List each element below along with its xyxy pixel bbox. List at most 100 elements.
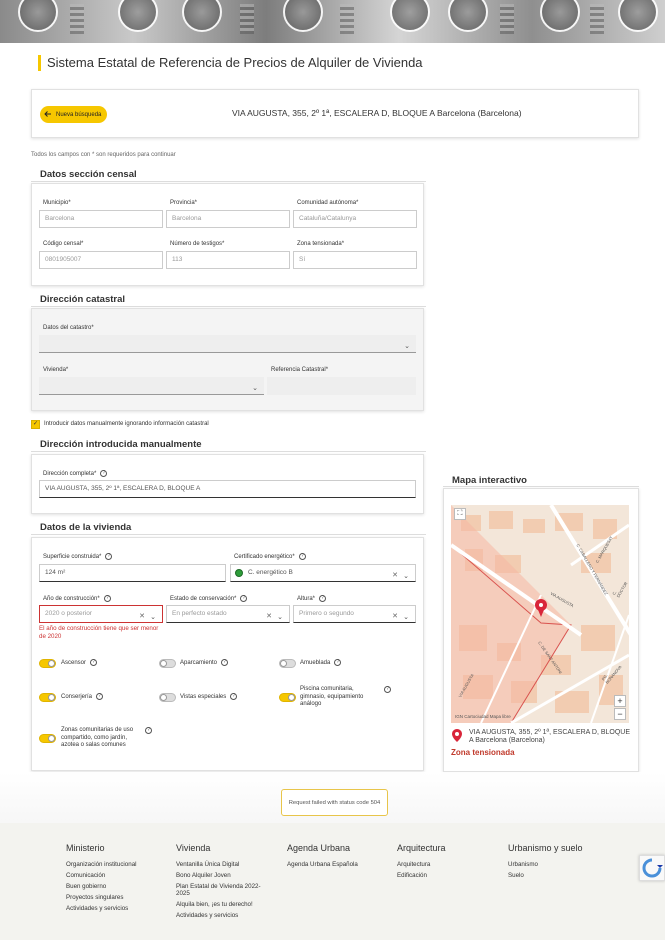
vivienda-label: Vivienda* xyxy=(43,367,69,373)
footer-link[interactable]: Actividades y servicios xyxy=(176,910,268,921)
clear-icon[interactable]: ✕ xyxy=(139,609,145,625)
zoom-in-button[interactable]: + xyxy=(614,695,626,707)
help-icon[interactable]: ? xyxy=(90,659,98,666)
manual-section-title: Dirección introducida manualmente xyxy=(40,439,202,450)
header-banner xyxy=(0,0,665,43)
help-icon[interactable]: ? xyxy=(384,686,391,693)
clear-icon[interactable]: ✕ xyxy=(392,568,398,584)
estado-label: Estado de conservación*? xyxy=(170,595,248,602)
testigos-label: Número de testigos* xyxy=(170,241,225,247)
zona-field: Sí xyxy=(293,251,417,269)
footer-link[interactable]: Alquila bien, ¡es tu derecho! xyxy=(176,899,268,910)
footer-heading: Arquitectura xyxy=(397,843,446,853)
vivienda-select[interactable]: ⌄ xyxy=(39,377,264,395)
clear-icon[interactable]: ✕ xyxy=(392,609,398,625)
ascensor-label: Ascensor? xyxy=(61,659,98,668)
ascensor-toggle[interactable] xyxy=(39,659,56,668)
aparcamiento-label: Aparcamiento? xyxy=(180,659,229,668)
comunidad-label: Comunidad autónoma* xyxy=(297,200,359,206)
footer-link[interactable]: Suelo xyxy=(508,870,583,881)
footer-col-arquitectura: Arquitectura Arquitectura Edificación xyxy=(397,843,446,881)
provincia-label: Provincia* xyxy=(170,200,198,206)
map-address: VIA AUGUSTA, 355, 2º 1ª, ESCALERA D, BLO… xyxy=(469,729,631,744)
recaptcha-badge[interactable] xyxy=(639,855,665,881)
footer-heading: Agenda Urbana xyxy=(287,843,351,853)
direccion-field[interactable]: VIA AUGUSTA, 355, 2º 1ª, ESCALERA D, BLO… xyxy=(39,480,416,498)
footer-link[interactable]: Bono Alquiler Joven xyxy=(176,870,268,881)
footer-col-agenda: Agenda Urbana Agenda Urbana Española xyxy=(287,843,358,870)
vivienda-card: Superficie construida*? 124 m² Certifica… xyxy=(31,537,424,771)
footer-link[interactable]: Organización institucional xyxy=(66,859,137,870)
page-title: Sistema Estatal de Referencia de Precios… xyxy=(38,55,423,71)
footer-link[interactable]: Plan Estatal de Vivienda 2022-2025 xyxy=(176,883,268,897)
footer-link[interactable]: Agenda Urbana Española xyxy=(287,859,358,870)
help-icon[interactable]: ? xyxy=(319,595,327,602)
search-card: Nueva búsqueda VIA AUGUSTA, 355, 2º 1ª, … xyxy=(31,89,639,138)
aparcamiento-toggle[interactable] xyxy=(159,659,176,668)
footer-heading: Ministerio xyxy=(66,843,105,853)
chevron-down-icon: ⌄ xyxy=(277,614,283,621)
help-icon[interactable]: ? xyxy=(298,553,306,560)
catastral-section-title: Dirección catastral xyxy=(40,294,126,305)
help-icon[interactable]: ? xyxy=(103,595,111,602)
footer-link[interactable]: Arquitectura xyxy=(397,859,446,870)
footer-link[interactable]: Proyectos singulares xyxy=(66,892,137,903)
footer-col-vivienda: Vivienda Ventanilla Única Digital Bono A… xyxy=(176,843,268,921)
help-icon[interactable]: ? xyxy=(240,595,248,602)
amueblada-toggle[interactable] xyxy=(279,659,296,668)
anio-select[interactable]: 2020 o posterior ✕ ⌄ xyxy=(39,605,163,623)
referencia-field[interactable] xyxy=(267,377,416,395)
footer-link[interactable]: Buen gobierno xyxy=(66,881,137,892)
datos-catastro-select[interactable]: ⌄ xyxy=(39,335,416,353)
help-icon[interactable]: ? xyxy=(96,693,104,700)
error-toast: Request failed with status code 504 xyxy=(281,789,388,816)
location-pin-icon xyxy=(452,729,462,744)
zoom-out-button[interactable]: − xyxy=(614,708,626,720)
fullscreen-icon[interactable]: ⛶ xyxy=(454,508,466,520)
zonas-comunitarias-toggle[interactable] xyxy=(39,734,56,743)
vivienda-section-title: Datos de la vivienda xyxy=(40,522,132,533)
provincia-field: Barcelona xyxy=(166,210,290,228)
direccion-label: Dirección completa*? xyxy=(43,470,108,477)
vistas-label: Vistas especiales? xyxy=(180,693,238,702)
footer-col-ministerio: Ministerio Organización institucional Co… xyxy=(66,843,137,914)
vistas-toggle[interactable] xyxy=(159,693,176,702)
footer-link[interactable]: Ventanilla Única Digital xyxy=(176,859,268,870)
footer-link[interactable]: Actividades y servicios xyxy=(66,903,137,914)
help-icon[interactable]: ? xyxy=(334,659,342,666)
piscina-toggle[interactable] xyxy=(279,693,296,702)
footer-link[interactable]: Urbanismo xyxy=(508,859,583,870)
codigo-censal-label: Código censal* xyxy=(43,241,84,247)
altura-label: Altura*? xyxy=(297,595,327,602)
referencia-label: Referencia Catastral* xyxy=(271,367,329,373)
certificado-label: Certificado energético*? xyxy=(234,553,306,560)
new-search-label: Nueva búsqueda xyxy=(56,111,102,118)
new-search-button[interactable]: Nueva búsqueda xyxy=(40,106,108,123)
piscina-label: Piscina comunitaria, gimnasio, equipamie… xyxy=(300,686,364,707)
interactive-map[interactable]: C. MARQUESAT C. CABALLERO Y FERNÁNDEZ C.… xyxy=(451,505,629,723)
footer-link[interactable]: Comunicación xyxy=(66,870,137,881)
required-note: Todos los campos con * son requeridos pa… xyxy=(31,152,176,158)
footer-heading: Urbanismo y suelo xyxy=(508,843,583,853)
help-icon[interactable]: ? xyxy=(221,659,229,666)
help-icon[interactable]: ? xyxy=(105,553,113,560)
chevron-down-icon: ⌄ xyxy=(252,385,258,392)
certificado-select[interactable]: C. energético B ✕ ⌄ xyxy=(230,564,416,582)
help-icon[interactable]: ? xyxy=(230,693,238,700)
superficie-field[interactable]: 124 m² xyxy=(39,564,226,582)
help-icon[interactable]: ? xyxy=(145,727,152,734)
chevron-down-icon: ⌄ xyxy=(404,343,410,350)
energy-b-icon xyxy=(235,569,243,577)
manual-checkbox[interactable]: ✓ xyxy=(31,420,40,429)
clear-icon[interactable]: ✕ xyxy=(266,609,272,625)
altura-select[interactable]: Primero o segundo ✕ ⌄ xyxy=(293,605,416,623)
arrow-left-icon xyxy=(44,110,52,120)
estado-select[interactable]: En perfecto estado ✕ ⌄ xyxy=(166,605,290,623)
footer-link[interactable]: Edificación xyxy=(397,870,446,881)
conserjeria-toggle[interactable] xyxy=(39,693,56,702)
conserjeria-label: Conserjería? xyxy=(61,693,104,702)
help-icon[interactable]: ? xyxy=(100,470,108,477)
footer: Ministerio Organización institucional Co… xyxy=(0,823,665,940)
zonas-comunitarias-label: Zonas comunitarias de uso compartido, co… xyxy=(61,727,134,748)
chevron-down-icon: ⌄ xyxy=(150,614,156,621)
